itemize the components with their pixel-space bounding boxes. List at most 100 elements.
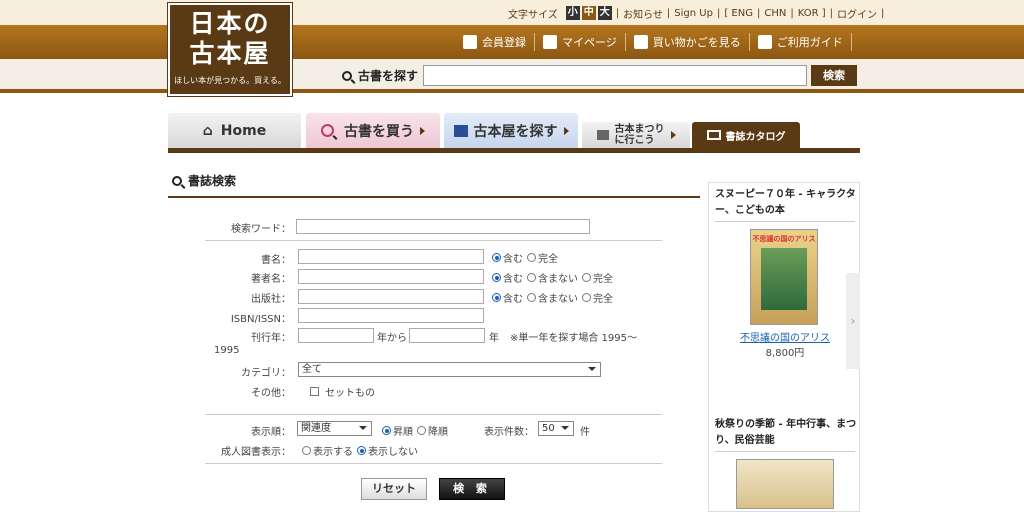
member-nav: 会員登録 マイページ 買い物かごを見る ご利用ガイド: [455, 25, 852, 59]
author-input[interactable]: [298, 269, 484, 284]
link-eng[interactable]: ENG: [731, 8, 753, 19]
sidebar-item1-title[interactable]: スヌーピー７０年 - キャラクター、こどもの本: [715, 187, 857, 219]
title-include-label: 含む: [503, 254, 523, 265]
category-select-value: 全て: [302, 364, 322, 375]
author-include-radio[interactable]: [492, 273, 501, 282]
divider: [205, 463, 662, 464]
adult-hide-radio[interactable]: [357, 446, 366, 455]
sidebar-item1-link[interactable]: 不思議の国のアリス: [709, 329, 861, 344]
author-exact-radio[interactable]: [582, 273, 591, 282]
publisher-match-options: 含む 含まない 完全: [488, 290, 613, 305]
publisher-include-radio[interactable]: [492, 293, 501, 302]
title-exact-label: 完全: [538, 254, 558, 265]
link-login[interactable]: ログイン: [837, 6, 877, 21]
author-exclude-radio[interactable]: [527, 273, 536, 282]
font-size-medium[interactable]: 中: [581, 6, 596, 20]
tab-home-label: Home: [220, 122, 267, 139]
document-icon: [543, 35, 557, 49]
tab-buy[interactable]: 古書を買う: [306, 113, 440, 148]
adult-label: 成人図書表示：: [221, 447, 291, 458]
isbn-input[interactable]: [298, 308, 484, 323]
publisher-exact-label: 完全: [593, 294, 613, 305]
chevron-right-icon: [420, 126, 425, 135]
author-match-options: 含む 含まない 完全: [488, 270, 613, 285]
adult-options: 表示する 表示しない: [298, 443, 418, 458]
search-icon: [321, 124, 334, 137]
tab-buy-label: 古書を買う: [344, 123, 414, 140]
tab-shop-label: 古本屋を探す: [473, 123, 558, 140]
publisher-exact-radio[interactable]: [582, 293, 591, 302]
divider: [205, 240, 662, 241]
year-from-label: 年から: [377, 333, 407, 344]
chevron-down-icon: [359, 426, 367, 430]
sidebar-item2-title[interactable]: 秋祭りの季節 - 年中行事、まつり、民俗芸能: [715, 417, 857, 449]
keyword-input[interactable]: [296, 219, 590, 234]
publisher-include-label: 含む: [503, 294, 523, 305]
set-checkbox[interactable]: [310, 387, 319, 396]
sort-label: 表示順：: [251, 427, 291, 438]
sort-asc-radio[interactable]: [382, 426, 391, 435]
font-size-label: 文字サイズ: [508, 9, 558, 21]
publisher-label: 出版社：: [251, 294, 291, 305]
sort-desc-label: 降順: [428, 427, 448, 438]
book-cover-title: 不思議の国のアリス: [752, 235, 816, 243]
book-cover-image-2[interactable]: [736, 459, 834, 509]
section-divider: [168, 196, 700, 198]
section-title: 書誌検索: [172, 172, 236, 189]
author-exact-label: 完全: [593, 274, 613, 285]
title-input[interactable]: [298, 249, 484, 264]
tab-festival[interactable]: 古本まつり に行こう: [582, 122, 690, 148]
book-cover-image[interactable]: 不思議の国のアリス: [750, 229, 818, 325]
nav-register[interactable]: 会員登録: [455, 33, 535, 51]
search-button[interactable]: 検 索: [439, 478, 505, 500]
publisher-exclude-label: 含まない: [538, 294, 578, 305]
global-search-input[interactable]: [423, 65, 807, 86]
sort-asc-label: 昇順: [393, 427, 413, 438]
grid-icon: [453, 124, 468, 137]
global-search-label-text: 古書を探す: [358, 69, 419, 83]
logo-tagline: ほしい本が見つかる。買える。: [174, 76, 286, 85]
nav-mypage[interactable]: マイページ: [535, 33, 626, 51]
category-select[interactable]: 全て: [298, 362, 601, 377]
adult-show-radio[interactable]: [302, 446, 311, 455]
nav-mypage-label: マイページ: [562, 36, 617, 49]
home-icon: ⌂: [202, 122, 213, 139]
font-size-large[interactable]: 大: [597, 6, 612, 20]
top-links: 文字サイズ 小 中 大 | お知らせ | Sign Up | [ ENG | C…: [508, 6, 885, 21]
title-exact-radio[interactable]: [527, 253, 536, 262]
adult-show-label: 表示する: [313, 447, 353, 458]
global-search-button[interactable]: 検索: [811, 65, 857, 86]
tab-home[interactable]: ⌂ Home: [168, 113, 301, 148]
search-icon: [172, 175, 182, 186]
chevron-right-icon[interactable]: ›: [846, 273, 860, 369]
year-to-input[interactable]: [409, 328, 485, 343]
link-news[interactable]: お知らせ: [623, 6, 663, 21]
title-label: 書名：: [261, 255, 291, 266]
reset-button[interactable]: リセット: [361, 478, 427, 500]
nav-cart[interactable]: 買い物かごを見る: [626, 33, 750, 51]
link-kor[interactable]: KOR: [798, 8, 819, 19]
nav-guide[interactable]: ご利用ガイド: [750, 33, 852, 51]
section-title-text: 書誌検索: [188, 174, 237, 188]
sort-desc-radio[interactable]: [417, 426, 426, 435]
tab-catalog[interactable]: 書誌カタログ: [692, 122, 800, 148]
tab-catalog-label: 書誌カタログ: [725, 131, 786, 143]
sidebar-item1-price: 8,800円: [765, 348, 805, 359]
sort-select[interactable]: 関連度: [297, 421, 372, 436]
chevron-down-icon: [561, 426, 569, 430]
publisher-exclude-radio[interactable]: [527, 293, 536, 302]
font-size-small[interactable]: 小: [565, 6, 580, 20]
count-select[interactable]: 50: [538, 421, 574, 436]
logo-line2: 古本屋: [189, 39, 271, 68]
tab-shop[interactable]: 古本屋を探す: [444, 113, 578, 148]
set-checkbox-label: セットもの: [325, 388, 375, 399]
link-chn[interactable]: CHN: [764, 8, 786, 19]
global-search-label: 古書を探す: [342, 67, 418, 84]
link-signup[interactable]: Sign Up: [674, 8, 713, 19]
publisher-input[interactable]: [298, 289, 484, 304]
sort-order-options: 昇順 降順: [378, 423, 448, 438]
chevron-right-icon: [563, 126, 569, 135]
title-include-radio[interactable]: [492, 253, 501, 262]
year-from-input[interactable]: [298, 328, 374, 343]
site-logo[interactable]: 日本の 古本屋 ほしい本が見つかる。買える。: [168, 3, 292, 96]
